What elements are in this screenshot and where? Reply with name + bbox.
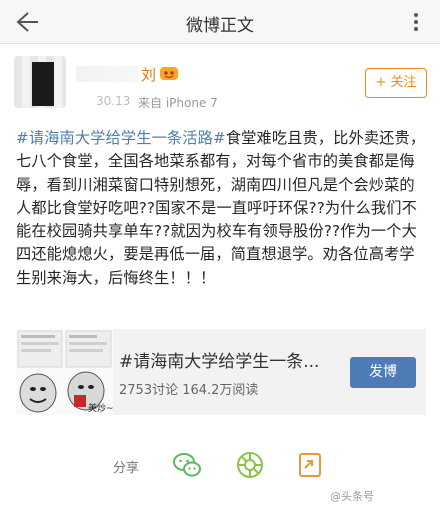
member-badge-icon bbox=[160, 67, 178, 80]
moments-share-icon[interactable] bbox=[235, 450, 265, 480]
avatar[interactable] bbox=[14, 56, 66, 108]
topic-thumbnail: 美炒~ bbox=[16, 329, 113, 415]
forward-share-icon[interactable] bbox=[296, 450, 326, 480]
nav-bar: 微博正文 bbox=[0, 0, 440, 44]
topic-card[interactable]: 美炒~ #请海南大学给学生一条... 2753讨论 164.2万阅读 发博 bbox=[16, 329, 426, 415]
post-time: 30.13 bbox=[96, 94, 131, 108]
post-body: 食堂难吃且贵，比外卖还贵，七八个食堂，全国各地菜系都有，对每个省市的美食都是侮辱… bbox=[16, 129, 426, 287]
more-dots-icon[interactable] bbox=[402, 6, 430, 38]
author-name[interactable]: 刘 bbox=[141, 64, 156, 85]
follow-button[interactable]: + 关注 bbox=[365, 68, 427, 98]
meme-thumbnail-image: 美炒~ bbox=[16, 329, 113, 415]
action-bar: 分享 bbox=[0, 444, 440, 484]
thumbnail-caption: 美炒~ bbox=[88, 402, 113, 414]
wechat-share-icon[interactable] bbox=[172, 450, 202, 480]
topic-stats: 2753讨论 164.2万阅读 bbox=[119, 383, 259, 398]
post-content: #请海南大学给学生一条活路#食堂难吃且贵，比外卖还贵，七八个食堂，全国各地菜系都… bbox=[16, 127, 426, 290]
watermark: @头条号 bbox=[330, 490, 374, 503]
post-to-topic-button[interactable]: 发博 bbox=[350, 357, 416, 388]
blurred-name-area bbox=[76, 66, 138, 82]
post-source: 来自 iPhone 7 bbox=[138, 96, 218, 110]
page-title: 微博正文 bbox=[186, 16, 254, 36]
post-hashtag[interactable]: #请海南大学给学生一条活路# bbox=[16, 129, 226, 147]
topic-title[interactable]: #请海南大学给学生一条... bbox=[119, 347, 319, 372]
share-label: 分享 bbox=[113, 461, 140, 476]
